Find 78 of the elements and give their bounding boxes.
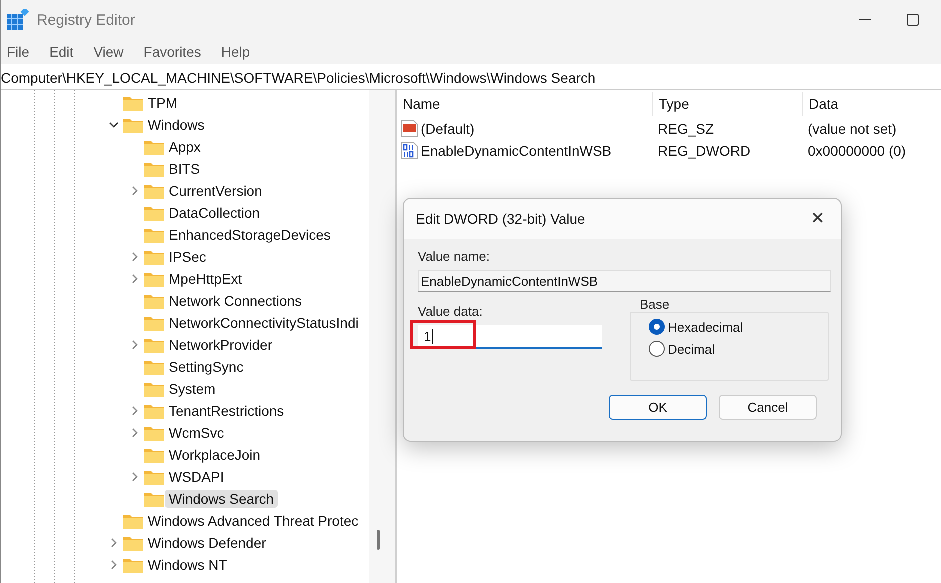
column-header[interactable]: Data [802, 92, 941, 116]
folder-icon [123, 117, 143, 133]
registry-app-icon [7, 9, 29, 31]
tree-item[interactable]: System [165, 380, 220, 398]
field-label: Value name: [418, 249, 492, 264]
folder-icon [144, 139, 164, 155]
folder-icon [144, 447, 164, 463]
value-data: 0x00000000 (0) [807, 143, 908, 159]
group-label: Base [639, 297, 671, 312]
folder-icon [123, 557, 143, 573]
value-type: REG_SZ [657, 121, 716, 137]
value-data: (value not set) [807, 121, 898, 137]
close-button[interactable]: ✕ [806, 209, 829, 229]
folder-icon [144, 271, 164, 287]
tree-item[interactable]: NetworkProvider [165, 336, 276, 354]
minimize-icon[interactable] [859, 19, 871, 21]
folder-icon [123, 535, 143, 551]
radio-option[interactable]: Decimal [649, 341, 828, 357]
folder-icon [144, 249, 164, 265]
tree-item[interactable]: Windows [144, 116, 209, 134]
binary-value-icon [401, 142, 419, 160]
maximize-icon[interactable] [907, 14, 919, 26]
tree-item[interactable]: EnhancedStorageDevices [165, 226, 335, 244]
dialog-title: Edit DWORD (32-bit) Value [416, 211, 586, 227]
tree-item[interactable]: CurrentVersion [165, 182, 266, 200]
folder-icon [144, 227, 164, 243]
tree-item[interactable]: Windows Advanced Threat Protec [144, 512, 363, 530]
string-value-icon [401, 120, 419, 138]
radio-option[interactable]: Hexadecimal [649, 319, 828, 335]
tree-item[interactable]: IPSec [165, 248, 210, 266]
tree-item[interactable]: MpeHttpExt [165, 270, 246, 288]
folder-icon [144, 161, 164, 177]
folder-icon [144, 293, 164, 309]
menu-item[interactable]: Edit [50, 44, 74, 60]
tree-item[interactable]: WcmSvc [165, 424, 228, 442]
address-bar[interactable]: Computer\HKEY_LOCAL_MACHINE\SOFTWARE\Policies\Microsoft\Windows\Windows Search [1, 66, 941, 90]
value-data-field[interactable]: 1 [418, 325, 602, 349]
folder-icon [123, 95, 143, 111]
column-header[interactable]: Name [397, 92, 652, 116]
window-title: Registry Editor [37, 12, 136, 28]
folder-icon [144, 337, 164, 353]
tree-item[interactable]: Windows NT [144, 556, 232, 574]
menu-item[interactable]: Help [221, 44, 250, 60]
menu-item[interactable]: View [94, 44, 124, 60]
tree-item[interactable]: TPM [144, 94, 182, 112]
tree-item[interactable]: WorkplaceJoin [165, 446, 265, 464]
cancel-button[interactable]: Cancel [719, 395, 817, 420]
field-label: Value data: [418, 304, 484, 319]
folder-icon [123, 513, 143, 529]
value-name[interactable]: (Default) [421, 121, 475, 137]
ok-button[interactable]: OK [609, 395, 707, 420]
folder-icon [144, 403, 164, 419]
chevron-icon[interactable] [109, 120, 119, 130]
folder-icon [144, 315, 164, 331]
tree-item[interactable]: Windows Search [165, 490, 278, 508]
folder-icon [144, 183, 164, 199]
value-name[interactable]: EnableDynamicContentInWSB [421, 143, 612, 159]
folder-icon [144, 205, 164, 221]
tree-item[interactable]: BITS [165, 160, 204, 178]
value-name-field[interactable]: EnableDynamicContentInWSB [418, 270, 831, 292]
column-header[interactable]: Type [652, 92, 802, 116]
folder-icon [144, 491, 164, 507]
value-type: REG_DWORD [657, 143, 752, 159]
tree-item[interactable]: TenantRestrictions [165, 402, 288, 420]
tree-item[interactable]: NetworkConnectivityStatusIndi [165, 314, 363, 332]
tree-item[interactable]: WSDAPI [165, 468, 228, 486]
tree-item[interactable]: SettingSync [165, 358, 248, 376]
menu-item[interactable]: Favorites [144, 44, 202, 60]
scrollbar-thumb[interactable] [377, 530, 380, 550]
folder-icon [144, 469, 164, 485]
tree-item[interactable]: Windows Defender [144, 534, 270, 552]
folder-icon [144, 381, 164, 397]
tree-item[interactable]: Appx [165, 138, 205, 156]
tree-item[interactable]: DataCollection [165, 204, 264, 222]
folder-icon [144, 359, 164, 375]
folder-icon [144, 425, 164, 441]
menu-item[interactable]: File [7, 44, 30, 60]
tree-item[interactable]: Network Connections [165, 292, 306, 310]
